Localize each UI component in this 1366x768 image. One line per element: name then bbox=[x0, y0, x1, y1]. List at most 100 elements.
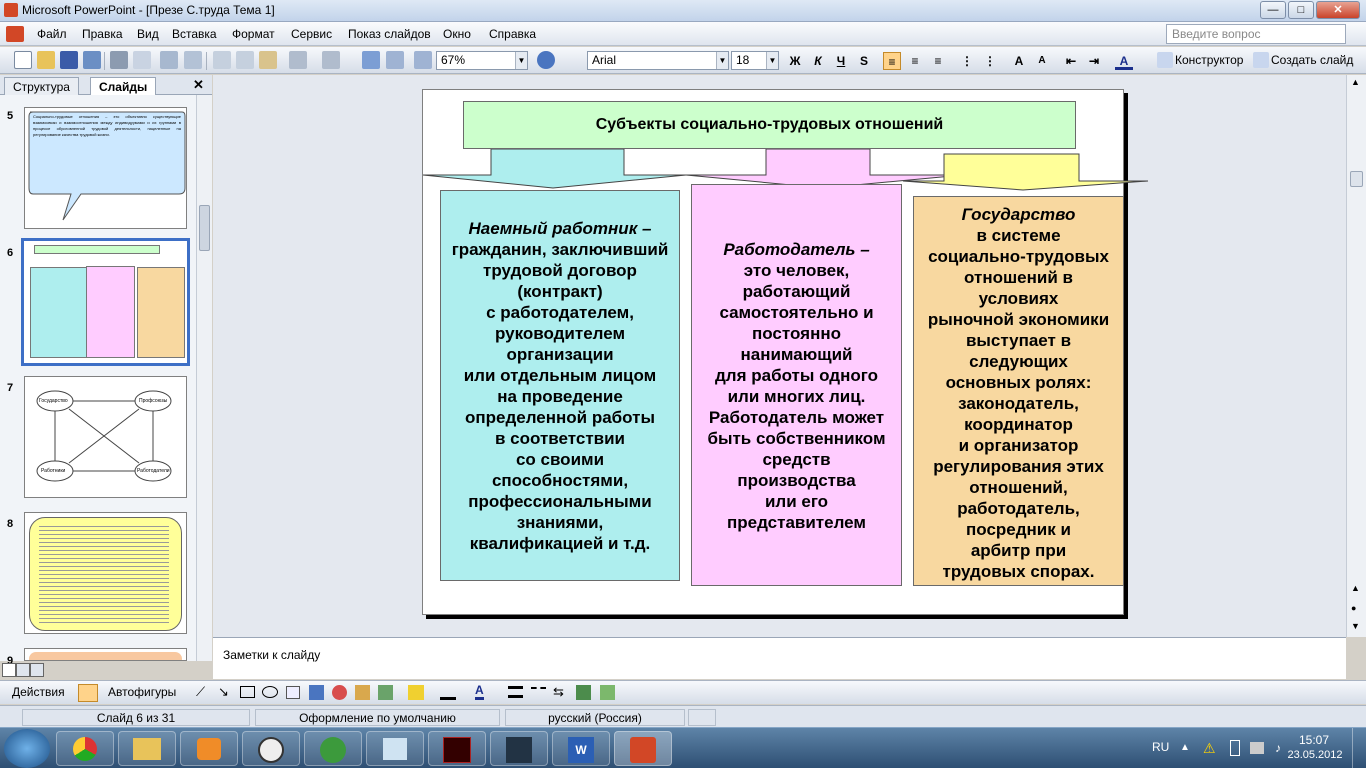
emblem-icon[interactable] bbox=[490, 731, 548, 766]
redo-icon[interactable] bbox=[322, 51, 340, 69]
spelling-icon[interactable] bbox=[160, 51, 178, 69]
media-player-icon[interactable] bbox=[180, 731, 238, 766]
show-desktop-button[interactable] bbox=[1352, 728, 1366, 768]
arrow-icon[interactable]: ↘ bbox=[218, 684, 229, 700]
decrease-font-icon[interactable]: A bbox=[1033, 52, 1051, 70]
preview-icon[interactable] bbox=[133, 51, 151, 69]
menu-view[interactable]: Вид bbox=[137, 27, 159, 41]
actions-menu[interactable]: Действия bbox=[12, 685, 65, 699]
slide-scrollbar[interactable]: ▲ ▲ ● ▼ bbox=[1346, 75, 1366, 637]
menu-window[interactable]: Окно bbox=[443, 27, 471, 41]
clock-app-icon[interactable] bbox=[242, 731, 300, 766]
bullets-icon[interactable]: ⋮ bbox=[981, 52, 999, 70]
input-language[interactable]: RU bbox=[1152, 740, 1169, 754]
select-browse-icon[interactable]: ● bbox=[1351, 603, 1356, 613]
clipart-icon[interactable] bbox=[355, 685, 370, 700]
dash-style-icon[interactable] bbox=[531, 687, 546, 697]
game-icon[interactable] bbox=[428, 731, 486, 766]
utorrent-icon[interactable] bbox=[304, 731, 362, 766]
scroll-thumb[interactable] bbox=[199, 205, 210, 251]
chrome-icon[interactable] bbox=[56, 731, 114, 766]
close-button[interactable]: ✕ bbox=[1316, 1, 1360, 19]
open-icon[interactable] bbox=[37, 51, 55, 69]
font-color-icon[interactable]: A bbox=[1115, 52, 1133, 70]
scroll-thumb[interactable] bbox=[1350, 171, 1363, 187]
bold-button[interactable]: Ж bbox=[786, 52, 804, 70]
save-icon[interactable] bbox=[60, 51, 78, 69]
employee-box[interactable]: Наемный работник – гражданин, заключивши… bbox=[440, 190, 680, 581]
shadow-style-icon[interactable] bbox=[576, 685, 591, 700]
slide-thumbnail-6[interactable] bbox=[21, 238, 190, 366]
minimize-button[interactable]: — bbox=[1260, 1, 1286, 19]
header-box[interactable]: Субъекты социально-трудовых отношений bbox=[463, 101, 1076, 149]
align-left-button[interactable]: ≡ bbox=[883, 52, 901, 70]
zoom-select[interactable]: 67% ▼ bbox=[436, 51, 528, 70]
tray-expand-icon[interactable]: ▲ bbox=[1180, 742, 1190, 753]
select-pointer-icon[interactable] bbox=[78, 684, 98, 702]
decrease-indent-icon[interactable]: ⇤ bbox=[1062, 52, 1080, 70]
shadow-button[interactable]: S bbox=[855, 52, 873, 70]
align-center-button[interactable]: ≡ bbox=[906, 52, 924, 70]
format-painter-icon[interactable] bbox=[259, 51, 277, 69]
permission-icon[interactable] bbox=[83, 51, 101, 69]
undo-icon[interactable] bbox=[289, 51, 307, 69]
state-box[interactable]: Государство в системе социально-трудовых о… bbox=[913, 196, 1124, 586]
line-style-icon[interactable] bbox=[508, 686, 523, 698]
help-search-input[interactable]: Введите вопрос bbox=[1166, 24, 1346, 44]
tab-slides[interactable]: Слайды bbox=[90, 77, 157, 95]
print-icon[interactable] bbox=[110, 51, 128, 69]
numbering-icon[interactable]: ⋮ bbox=[958, 52, 976, 70]
table-icon[interactable] bbox=[386, 51, 404, 69]
slideshow-view-icon[interactable] bbox=[30, 663, 44, 677]
clock-date[interactable]: 23.05.2012 bbox=[1284, 749, 1346, 761]
slide-thumbnail-9[interactable] bbox=[24, 648, 187, 661]
next-slide-icon[interactable]: ▼ bbox=[1351, 621, 1360, 631]
autoshapes-menu[interactable]: Автофигуры bbox=[108, 685, 176, 699]
chart-icon[interactable] bbox=[362, 51, 380, 69]
menu-edit[interactable]: Правка bbox=[82, 27, 123, 41]
3d-style-icon[interactable] bbox=[600, 685, 615, 700]
underline-button[interactable]: Ч bbox=[832, 52, 850, 70]
fill-color-icon[interactable] bbox=[408, 685, 424, 700]
menu-slideshow[interactable]: Показ слайдов bbox=[348, 27, 431, 41]
network-icon[interactable] bbox=[1250, 742, 1264, 754]
employer-box[interactable]: Работодатель – это человек, работающий сам… bbox=[691, 184, 902, 586]
start-button[interactable] bbox=[4, 729, 50, 768]
powerpoint-task-icon[interactable] bbox=[614, 731, 672, 766]
slide-thumbnail-8[interactable] bbox=[24, 512, 187, 634]
maximize-button[interactable]: □ bbox=[1288, 1, 1314, 19]
align-right-button[interactable]: ≡ bbox=[929, 52, 947, 70]
increase-indent-icon[interactable]: ⇥ bbox=[1085, 52, 1103, 70]
doc-icon[interactable] bbox=[6, 26, 24, 42]
increase-font-icon[interactable]: A bbox=[1010, 52, 1028, 70]
slide[interactable]: Субъекты социально-трудовых отношений На… bbox=[422, 89, 1149, 615]
help-icon[interactable] bbox=[537, 51, 555, 69]
font-select[interactable]: Arial ▼ bbox=[587, 51, 729, 70]
new-icon[interactable] bbox=[14, 51, 32, 69]
menu-insert[interactable]: Вставка bbox=[172, 27, 217, 41]
designer-button[interactable]: Конструктор bbox=[1175, 53, 1243, 67]
notepad-icon[interactable] bbox=[366, 731, 424, 766]
copy-icon[interactable] bbox=[236, 51, 254, 69]
slide-thumbnail-5[interactable]: Социально-трудовые отношения – это объек… bbox=[24, 107, 187, 229]
menu-tools[interactable]: Сервис bbox=[291, 27, 332, 41]
notes-pane[interactable]: Заметки к слайду bbox=[213, 637, 1346, 679]
arrow-style-icon[interactable]: ⇆ bbox=[553, 684, 564, 700]
line-color-icon[interactable] bbox=[440, 685, 456, 700]
slide-thumbnail-7[interactable]: Государство Профсоюзы Работники Работода… bbox=[24, 376, 187, 498]
scroll-up-icon[interactable]: ▲ bbox=[1351, 77, 1360, 87]
research-icon[interactable] bbox=[184, 51, 202, 69]
grid-icon[interactable] bbox=[414, 51, 432, 69]
line-icon[interactable]: ⟋ bbox=[196, 684, 205, 700]
textbox-icon[interactable] bbox=[286, 686, 300, 699]
font-size-select[interactable]: 18 ▼ bbox=[731, 51, 779, 70]
word-icon[interactable]: W bbox=[552, 731, 610, 766]
diagram-icon[interactable] bbox=[332, 685, 347, 700]
battery-icon[interactable] bbox=[1230, 740, 1240, 756]
tab-outline[interactable]: Структура bbox=[4, 77, 79, 95]
prev-slide-icon[interactable]: ▲ bbox=[1351, 583, 1360, 593]
powerpoint-app-icon[interactable] bbox=[4, 3, 18, 17]
rectangle-icon[interactable] bbox=[240, 686, 255, 698]
clock-time[interactable]: 15:07 bbox=[1292, 733, 1336, 747]
slides-pane-scrollbar[interactable] bbox=[196, 95, 212, 661]
